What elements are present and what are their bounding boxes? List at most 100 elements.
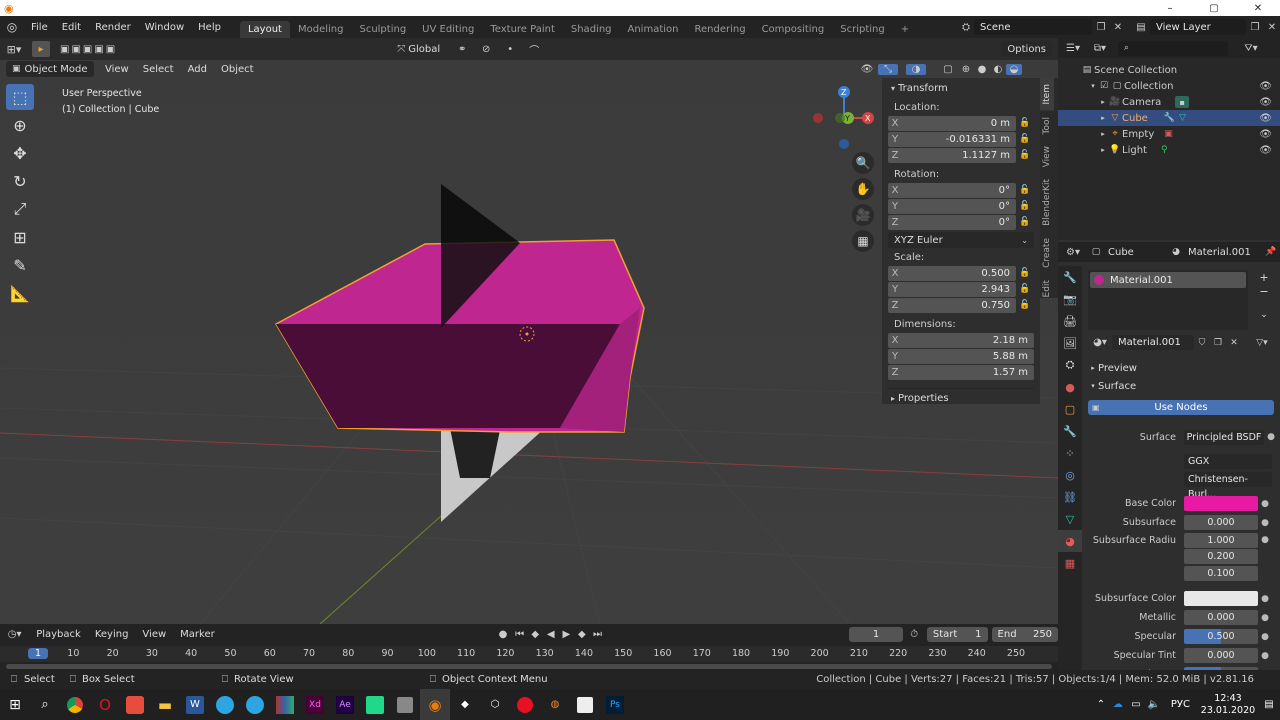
scene-tab-icon[interactable]: ⛭ xyxy=(1058,354,1082,376)
file-explorer-icon[interactable]: ▬ xyxy=(150,689,180,720)
node-socket-icon[interactable]: ● xyxy=(1258,518,1272,528)
material-tab-icon[interactable]: ◕ xyxy=(1058,530,1082,552)
unlink-material-icon[interactable]: ✕ xyxy=(1226,338,1242,348)
workspace-tab-compositing[interactable]: Compositing xyxy=(754,21,833,38)
object-tab-icon[interactable]: ▢ xyxy=(1058,398,1082,420)
preview-section-header[interactable]: ▸ Preview xyxy=(1088,360,1137,376)
workspace-tab-animation[interactable]: Animation xyxy=(620,21,687,38)
surface-shader-field[interactable]: Principled BSDF xyxy=(1184,429,1264,445)
end-frame-field[interactable]: End 250 xyxy=(991,626,1059,642)
search-icon[interactable]: ⌕ xyxy=(30,689,60,720)
material-prop-value[interactable] xyxy=(1184,496,1258,511)
timeline-menu-playback[interactable]: Playback xyxy=(29,629,88,640)
node-socket-icon[interactable]: ● xyxy=(1258,535,1272,545)
material-shading-icon[interactable]: ◐ xyxy=(990,64,1006,75)
java-icon[interactable] xyxy=(570,689,600,720)
node-socket-icon[interactable]: ● xyxy=(1258,613,1272,623)
tool-settings-tab-icon[interactable]: 🔧 xyxy=(1058,266,1082,288)
rotation-x-field[interactable]: X 0° xyxy=(888,182,1016,198)
rotate-tool-icon[interactable]: ↻ xyxy=(6,168,34,194)
measure-tool-icon[interactable]: 📐 xyxy=(6,280,34,306)
visibility-eye-icon[interactable]: 👁 xyxy=(1259,97,1272,108)
dimensions-z-field[interactable]: Z 1.57 m xyxy=(888,364,1034,380)
falloff-icon[interactable]: ⌒ xyxy=(522,42,546,57)
view-layer-tab-icon[interactable]: 🖼 xyxy=(1058,332,1082,354)
after-effects-icon[interactable]: Ae xyxy=(330,689,360,720)
outliner-row-collection[interactable]: ▾ ☑ ▢ Collection 👁 xyxy=(1058,78,1280,94)
onedrive-icon[interactable]: ☁ xyxy=(1109,699,1127,710)
menu-edit[interactable]: Edit xyxy=(55,22,88,33)
overlay-toggle-icon[interactable]: ◑ xyxy=(906,63,926,75)
outliner-row-empty[interactable]: ▸ ⌖ Empty ▣ 👁 xyxy=(1058,126,1280,142)
material-prop-value[interactable]: 1.000 xyxy=(1184,532,1258,548)
menu-render[interactable]: Render xyxy=(88,22,138,33)
select-box-icons[interactable]: ▣▣▣▣▣ xyxy=(60,44,117,55)
add-slot-icon[interactable]: + xyxy=(1256,270,1272,284)
node-socket-icon[interactable]: ● xyxy=(1258,632,1272,642)
location-z-field[interactable]: Z 1.1127 m xyxy=(888,147,1016,163)
material-prop-value[interactable]: 0.500 xyxy=(1184,629,1258,644)
remove-slot-icon[interactable]: − xyxy=(1256,284,1272,298)
annotate-tool-icon[interactable]: ✎ xyxy=(6,252,34,278)
navigation-gizmo[interactable]: Z X Y xyxy=(810,84,880,154)
fake-user-icon[interactable]: ⛉ xyxy=(1194,338,1210,348)
material-prop-value[interactable]: 0.000 xyxy=(1184,610,1258,625)
transform-tool-icon[interactable]: ⊞ xyxy=(6,224,34,250)
cursor-tool-icon[interactable]: ⊕ xyxy=(6,112,34,138)
material-prop-value[interactable]: 0.200 xyxy=(1184,548,1258,564)
app-orange-icon[interactable]: ◍ xyxy=(540,689,570,720)
scene-copy-icon[interactable]: ❐ xyxy=(1092,22,1110,33)
rotation-mode-dropdown[interactable]: XYZ Euler ⌄ xyxy=(888,232,1034,248)
network-icon[interactable]: ▭ xyxy=(1127,699,1145,710)
properties-editor-icon[interactable]: ⚙▾ xyxy=(1058,247,1088,258)
expand-icon[interactable]: ▾ xyxy=(1088,82,1098,90)
current-frame-field[interactable]: 1 xyxy=(848,626,904,642)
tab-create[interactable]: Create xyxy=(1040,232,1054,274)
close-button[interactable]: ✕ xyxy=(1236,3,1280,14)
scene-icon[interactable]: ⛭ xyxy=(962,22,970,33)
use-nodes-button[interactable]: ▣ Use Nodes xyxy=(1088,400,1274,415)
pin-icon[interactable]: 📌 xyxy=(1262,247,1280,257)
outliner-row-light[interactable]: ▸ 💡 Light ⚲ 👁 xyxy=(1058,142,1280,158)
mode-dropdown[interactable]: ▣ Object Mode xyxy=(6,61,94,77)
play-icon[interactable]: ▶ xyxy=(559,629,575,640)
scene-selector[interactable]: Scene xyxy=(974,19,1092,35)
properties-panel-header[interactable]: ▸ Properties xyxy=(888,388,1034,408)
solid-shading-icon[interactable]: ● xyxy=(974,64,990,75)
chrome-icon[interactable] xyxy=(60,689,90,720)
expand-icon[interactable]: ▸ xyxy=(1098,146,1108,154)
scale-y-field[interactable]: Y 2.943 xyxy=(888,281,1016,297)
start-frame-field[interactable]: Start 1 xyxy=(926,626,988,642)
lock-icon[interactable]: 🔓 xyxy=(1016,134,1034,144)
material-slot-list[interactable]: Material.001 xyxy=(1088,270,1248,330)
outliner-row-camera[interactable]: ▸ 🎥 Camera ▪ 👁 xyxy=(1058,94,1280,110)
outliner-row-cube[interactable]: ▸ ▽ Cube 🔧 ▽ 👁 xyxy=(1058,110,1280,126)
blender-taskbar-icon[interactable]: ◉ xyxy=(420,689,450,720)
material-prop-value[interactable]: 0.000 xyxy=(1184,648,1258,663)
options-button[interactable]: Options xyxy=(1001,41,1052,57)
workspace-tab-shading[interactable]: Shading xyxy=(563,21,620,38)
location-y-field[interactable]: Y -0.016331 m xyxy=(888,131,1016,147)
outliner-scene-collection[interactable]: ▤ Scene Collection xyxy=(1058,62,1280,78)
transform-orientation-dropdown[interactable]: Global xyxy=(408,44,450,55)
app-dark-icon[interactable]: ◆ xyxy=(450,689,480,720)
wireframe-shading-icon[interactable]: ⊕ xyxy=(958,64,974,75)
play-reverse-icon[interactable]: ◀ xyxy=(543,629,559,640)
timeline-scrollbar[interactable] xyxy=(6,664,1052,669)
maximize-button[interactable]: ▢ xyxy=(1192,3,1236,14)
prev-keyframe-icon[interactable]: ◆ xyxy=(527,629,543,640)
particles-tab-icon[interactable]: ⁘ xyxy=(1058,442,1082,464)
outliner-editor-icon[interactable]: ☰▾ xyxy=(1058,43,1088,54)
photoshop-icon[interactable]: Ps xyxy=(600,689,630,720)
node-socket-icon[interactable]: ● xyxy=(1258,594,1272,604)
lock-icon[interactable]: 🔓 xyxy=(1016,284,1034,294)
jump-end-icon[interactable]: ⏭ xyxy=(590,629,606,640)
menu-help[interactable]: Help xyxy=(191,22,228,33)
workspace-tab-rendering[interactable]: Rendering xyxy=(686,21,753,38)
expand-icon[interactable]: ▸ xyxy=(1098,130,1108,138)
lock-icon[interactable]: 🔓 xyxy=(1016,118,1034,128)
output-tab-icon[interactable]: 🖨 xyxy=(1058,310,1082,332)
viewport-menu-select[interactable]: Select xyxy=(136,64,181,75)
tab-edit[interactable]: Edit xyxy=(1040,274,1054,303)
opera-icon[interactable]: O xyxy=(90,689,120,720)
